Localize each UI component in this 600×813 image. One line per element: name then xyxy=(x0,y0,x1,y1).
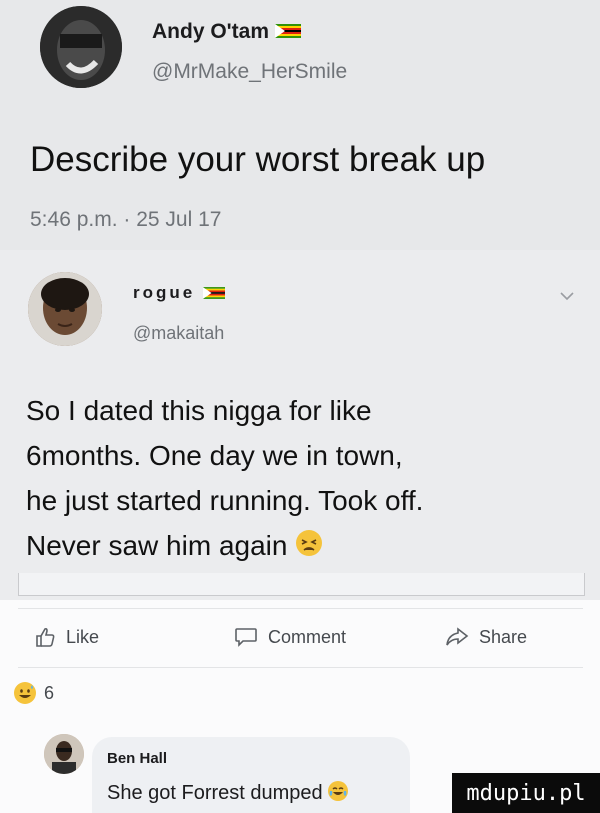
speech-bubble-icon xyxy=(234,626,258,648)
comment-text: She got Forrest dumped xyxy=(107,781,349,805)
watermark-logo: mdupiu.pl xyxy=(452,773,600,813)
link-preview-box xyxy=(18,573,585,596)
thumbs-up-icon xyxy=(34,626,56,648)
tired-face-emoji xyxy=(295,528,323,568)
actions-divider-top xyxy=(18,608,583,609)
tweet-card: Andy O'tam @MrMake_HerSmile Describe you… xyxy=(0,0,600,250)
quoted-author-name[interactable]: rogue xyxy=(133,283,225,304)
share-arrow-icon xyxy=(445,626,469,648)
like-button[interactable]: Like xyxy=(34,626,99,648)
tears-of-joy-emoji xyxy=(328,781,349,801)
author-avatar[interactable] xyxy=(40,6,122,88)
share-label: Share xyxy=(479,626,528,647)
comment-bubble[interactable]: Ben Hall She got Forrest dumped xyxy=(92,737,410,813)
quoted-tweet-line-last: Never saw him again xyxy=(26,526,323,568)
commenter-avatar[interactable] xyxy=(44,734,84,774)
quoted-tweet-line: 6months. One day we in town, xyxy=(26,440,403,471)
comment-label: Comment xyxy=(268,626,347,647)
quoted-author-handle[interactable]: @makaitah xyxy=(133,323,224,344)
grinning-sweat-emoji xyxy=(14,682,36,704)
quoted-tweet-line: he just started running. Took off. xyxy=(26,485,424,516)
author-handle[interactable]: @MrMake_HerSmile xyxy=(152,60,347,84)
zimbabwe-flag-icon xyxy=(274,20,301,44)
reaction-summary[interactable]: 6 xyxy=(14,682,54,704)
reaction-count: 6 xyxy=(44,682,55,703)
share-button[interactable]: Share xyxy=(445,626,527,648)
quoted-tweet-line: So I dated this nigga for like xyxy=(26,395,372,426)
quoted-author-avatar[interactable] xyxy=(28,272,102,346)
like-label: Like xyxy=(66,626,100,647)
comment-author[interactable]: Ben Hall xyxy=(107,750,167,767)
author-name[interactable]: Andy O'tam xyxy=(152,20,301,44)
comment-button[interactable]: Comment xyxy=(234,626,346,648)
zimbabwe-flag-icon xyxy=(202,284,225,304)
tweet-timestamp[interactable]: 5:46 p.m. · 25 Jul 17 xyxy=(30,208,221,232)
actions-divider-bottom xyxy=(18,667,583,668)
chevron-down-icon[interactable] xyxy=(560,288,574,304)
tweet-text: Describe your worst break up xyxy=(30,140,486,179)
